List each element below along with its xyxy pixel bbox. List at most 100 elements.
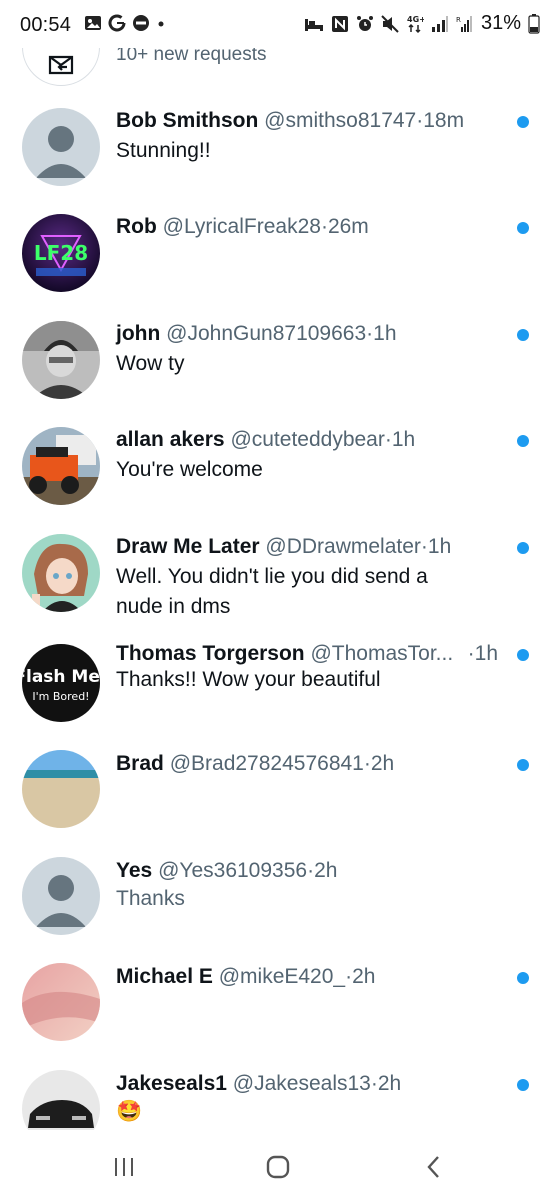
home-button[interactable]	[258, 1152, 298, 1182]
battery-percent: 31%	[480, 12, 521, 34]
sender-handle: @Jakeseals13	[232, 1072, 371, 1095]
sender-name: Michael E	[116, 965, 213, 988]
dot-icon	[158, 21, 164, 27]
sender-handle: @cuteteddybear	[230, 428, 385, 451]
unread-indicator	[517, 435, 529, 447]
sender-handle: @JohnGun87109663	[166, 322, 367, 345]
conversation-row[interactable]: allan akers @cuteteddybear·1h You're wel…	[0, 413, 554, 519]
avatar: LF28	[22, 214, 100, 292]
recent-apps-button[interactable]	[104, 1152, 144, 1182]
gallery-icon	[85, 16, 101, 30]
home-icon	[266, 1155, 290, 1179]
sender-name: Draw Me Later	[116, 535, 260, 558]
unread-indicator	[517, 329, 529, 341]
message-time: 2h	[314, 859, 338, 882]
sender-name: Bob Smithson	[116, 109, 259, 132]
avatar-flash-subtitle: I'm Bored!	[32, 690, 89, 703]
avatar-flash-title: Flash Me!	[22, 667, 100, 687]
unread-indicator	[517, 542, 529, 554]
4g-icon: 4G+	[407, 15, 424, 33]
sender-name: john	[116, 322, 161, 345]
sender-handle: @ThomasTor...	[310, 642, 454, 665]
sender-name: Jakeseals1	[116, 1072, 227, 1095]
sender-name: Yes	[116, 859, 153, 882]
battery-icon	[528, 13, 540, 34]
message-time: 1h	[373, 322, 397, 345]
unread-indicator	[517, 116, 529, 128]
conversation-meta: Michael E @mikeE420_·2h	[116, 965, 376, 988]
signal-icon	[431, 15, 448, 32]
sender-handle: @Brad27824576841	[169, 752, 364, 775]
message-preview: Thanks!! Wow your beautiful	[116, 668, 381, 691]
conversation-row[interactable]: Michael E @mikeE420_·2h	[0, 956, 554, 1062]
conversation-row[interactable]: Yes @Yes36109356·2h Thanks	[0, 850, 554, 956]
back-icon	[427, 1156, 439, 1178]
conversation-meta: allan akers @cuteteddybear·1h	[116, 428, 416, 451]
message-preview: Well. You didn't lie you did send a nude…	[116, 565, 428, 618]
unread-indicator	[517, 759, 529, 771]
sender-handle: @DDrawmelater	[265, 535, 421, 558]
sender-handle: @smithso81747	[264, 109, 417, 132]
message-time: 2h	[370, 752, 395, 775]
blocked-icon	[133, 15, 149, 31]
message-request-icon	[48, 55, 74, 75]
conversation-meta: Thomas Torgerson @ThomasTor...	[116, 641, 514, 667]
unread-indicator	[517, 972, 529, 984]
message-preview: Wow ty	[116, 352, 185, 375]
sender-name: Rob	[116, 215, 157, 238]
sender-name: allan akers	[116, 428, 225, 451]
mute-icon	[381, 14, 399, 33]
message-time: 2h	[377, 1072, 402, 1095]
bed-icon	[304, 18, 323, 31]
avatar	[22, 750, 100, 828]
conversation-row[interactable]: Bob Smithson @smithso81747·18m Stunning!…	[0, 94, 554, 200]
conversation-row[interactable]: Draw Me Later @DDrawmelater·1h Well. You…	[0, 520, 554, 636]
signal-r-icon: R	[456, 15, 472, 32]
avatar	[22, 108, 100, 186]
conversation-meta: Brad @Brad27824576841·2h	[116, 752, 395, 775]
svg-text:4G+: 4G+	[407, 15, 424, 24]
avatar: Flash Me! I'm Bored!	[22, 644, 100, 722]
alarm-icon	[356, 15, 373, 31]
sender-name: Brad	[116, 752, 164, 775]
conversation-row[interactable]: Flash Me! I'm Bored! Thomas Torgerson @Th…	[0, 637, 554, 743]
message-preview: You're welcome	[116, 458, 263, 481]
sender-handle: @Yes36109356	[158, 859, 308, 882]
recent-apps-icon	[115, 1158, 133, 1176]
conversation-row[interactable]: Brad @Brad27824576841·2h	[0, 743, 554, 849]
avatar	[22, 534, 100, 612]
sender-handle: @mikeE420_	[218, 965, 346, 988]
conversation-meta: Jakeseals1 @Jakeseals13·2h	[116, 1072, 402, 1095]
message-time: 1h	[427, 535, 452, 558]
message-preview: Stunning!!	[116, 139, 211, 162]
conversation-row[interactable]: john @JohnGun87109663·1h Wow ty	[0, 307, 554, 413]
unread-indicator	[517, 649, 529, 661]
avatar	[22, 321, 100, 399]
conversation-meta: john @JohnGun87109663·1h	[116, 322, 397, 345]
svg-text:R: R	[456, 16, 461, 24]
message-time: 2h	[352, 965, 376, 988]
system-navigation-bar	[0, 1130, 554, 1200]
back-button[interactable]	[414, 1152, 454, 1182]
status-right-icons: 4G+ R 31%	[304, 12, 540, 35]
conversation-row[interactable]: LF28 Rob @LyricalFreak28·26m	[0, 200, 554, 306]
message-preview: 🤩	[116, 1100, 143, 1123]
conversation-meta: Draw Me Later @DDrawmelater·1h	[116, 535, 452, 558]
conversation-meta: Rob @LyricalFreak28·26m	[116, 215, 369, 238]
status-left-icons	[84, 14, 166, 32]
status-bar: 00:54 4G+ R 31%	[0, 0, 554, 48]
sender-name: Thomas Torgerson	[116, 642, 305, 665]
sender-handle: @LyricalFreak28	[162, 215, 321, 238]
avatar	[22, 857, 100, 935]
message-preview: Thanks	[116, 887, 185, 910]
status-time: 00:54	[20, 14, 72, 36]
conversation-meta: Yes @Yes36109356·2h	[116, 859, 338, 882]
svg-text:LF28: LF28	[34, 241, 88, 265]
message-time: 1h	[391, 428, 416, 451]
avatar	[22, 963, 100, 1041]
nfc-icon	[331, 15, 348, 32]
message-time: 18m	[423, 109, 465, 132]
unread-indicator	[517, 222, 529, 234]
message-time: 26m	[327, 215, 369, 238]
google-icon	[108, 14, 126, 32]
